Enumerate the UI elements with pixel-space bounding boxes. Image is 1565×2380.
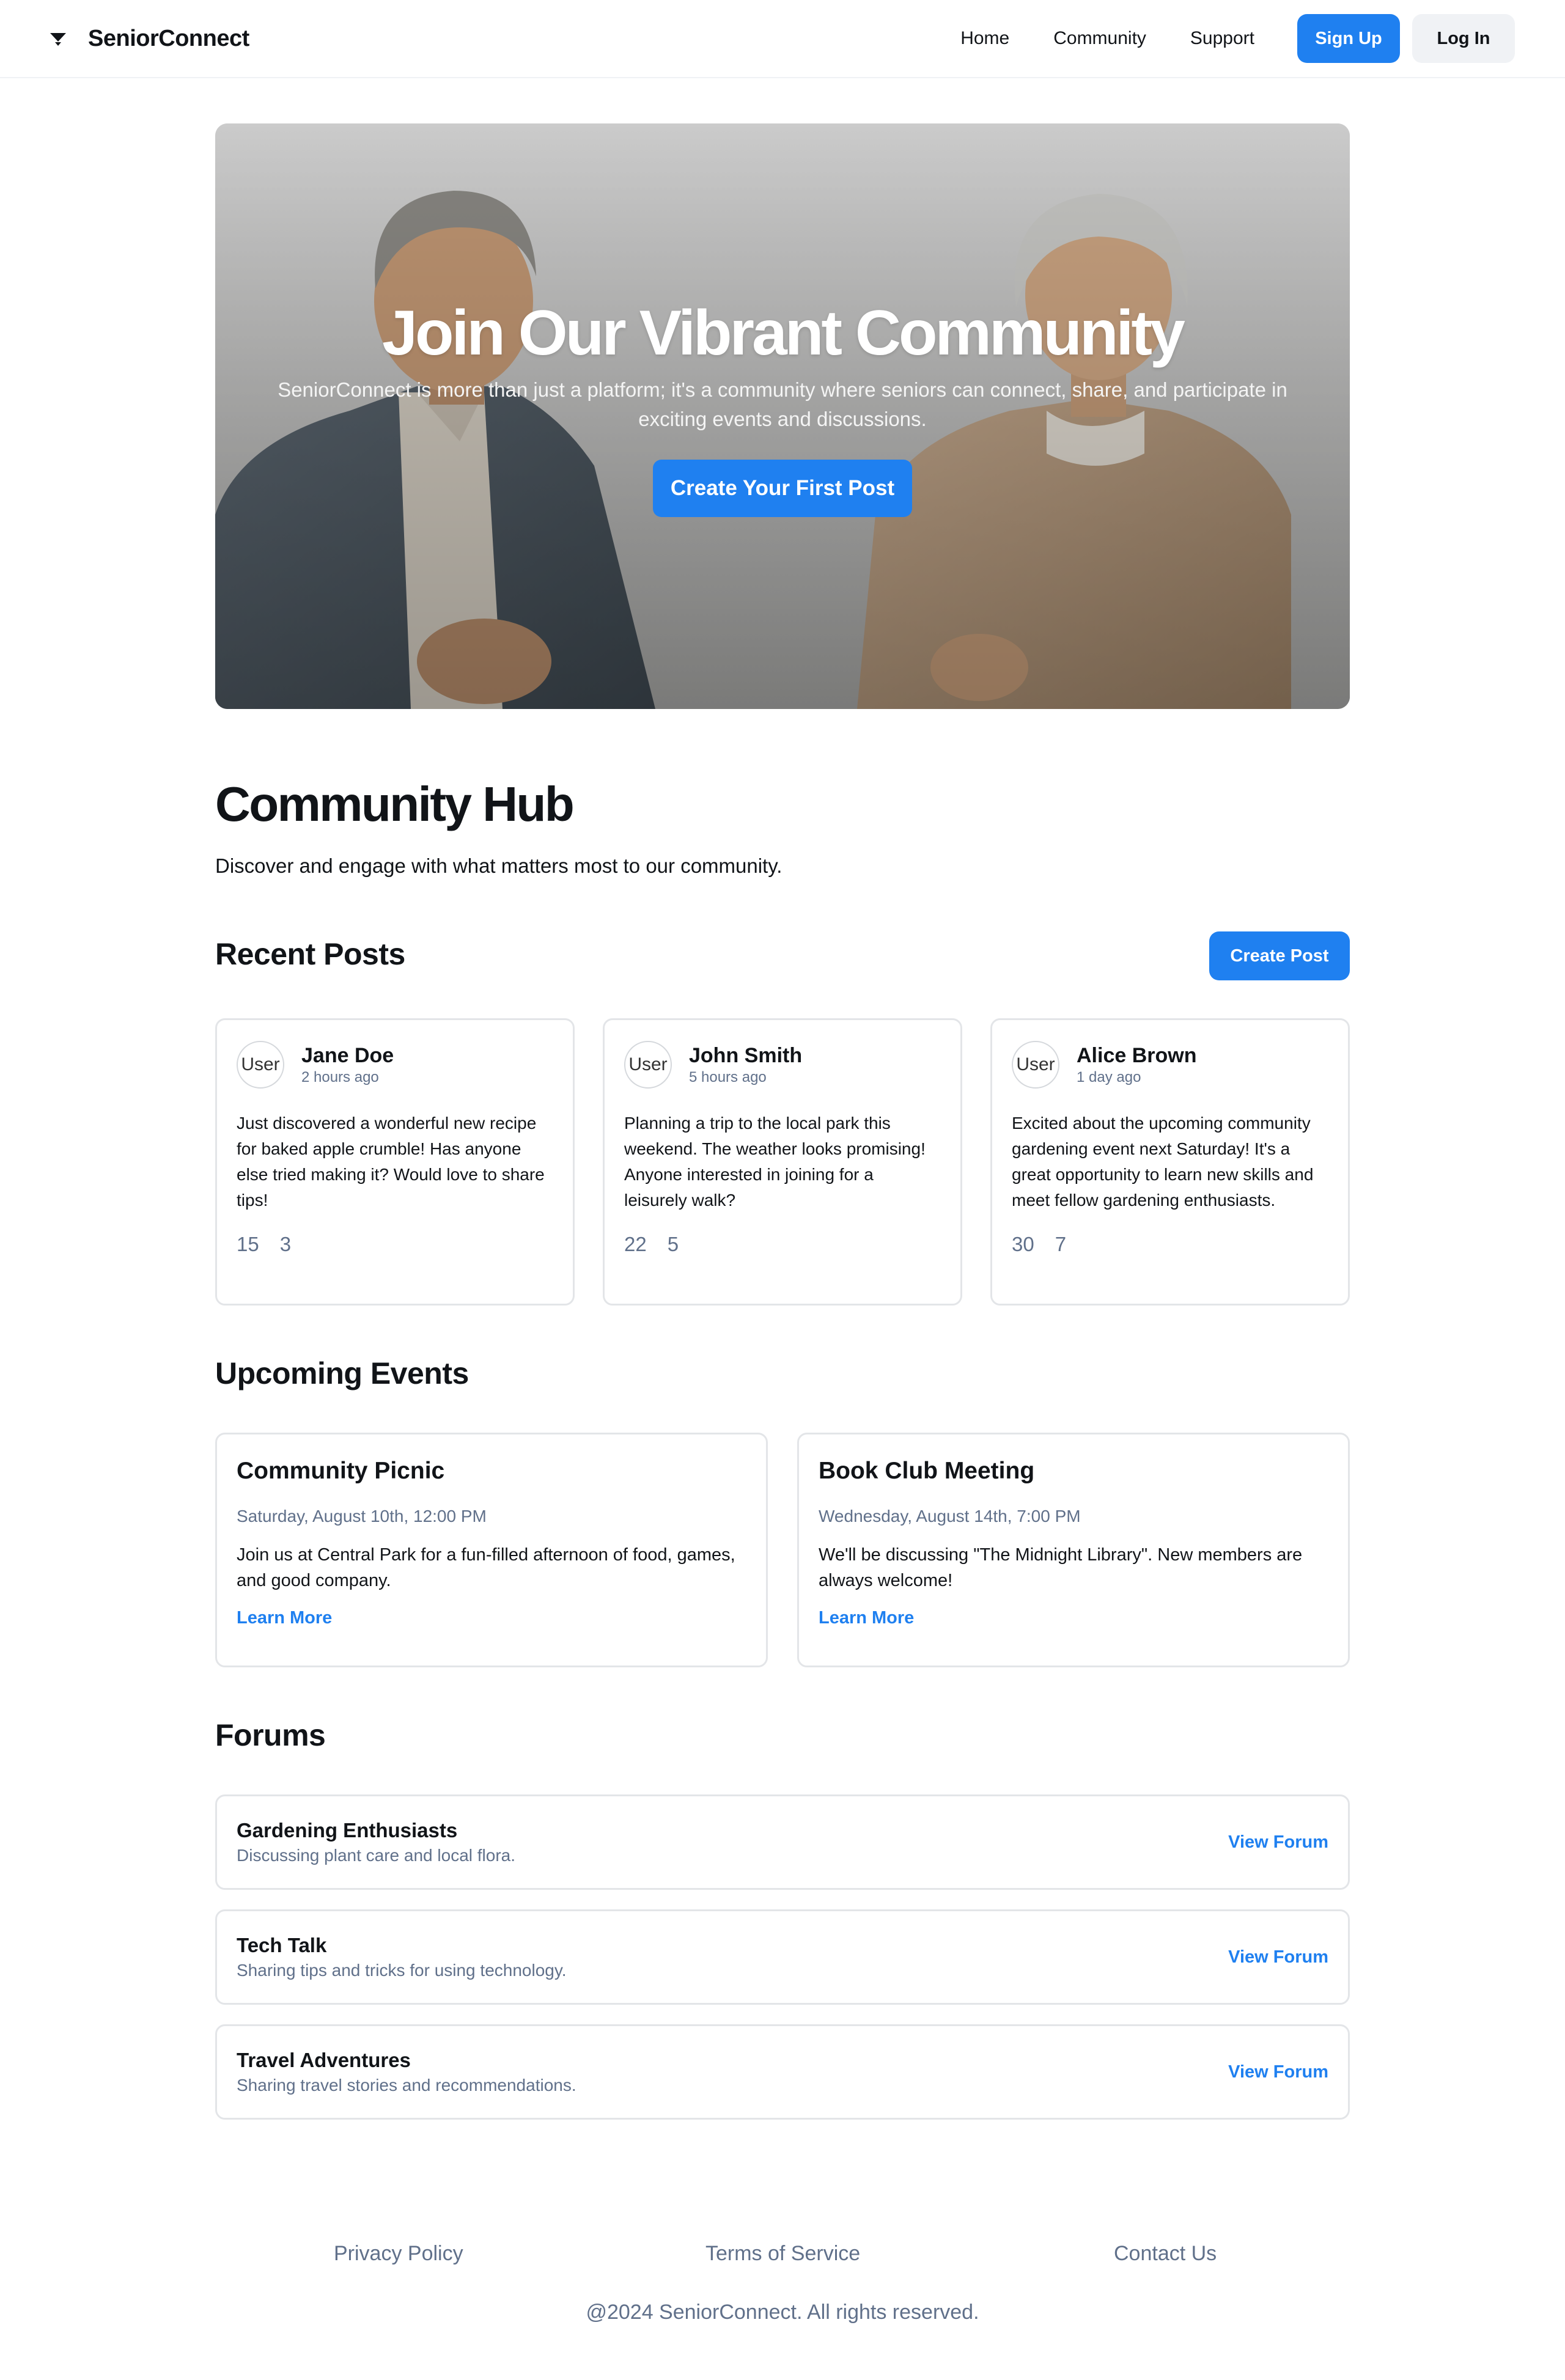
forum-info: Travel Adventures Sharing travel stories… — [237, 2049, 576, 2095]
post-body: Planning a trip to the local park this w… — [624, 1114, 926, 1210]
post-card[interactable]: User John Smith 5 hours ago Planning a t… — [603, 1018, 962, 1306]
avatar[interactable]: User — [1012, 1041, 1059, 1089]
comments-count[interactable]: 5 — [668, 1233, 679, 1256]
likes-count[interactable]: 15 — [237, 1233, 259, 1256]
event-date: Saturday, August 10th, 12:00 PM — [237, 1507, 487, 1526]
nav-support[interactable]: Support — [1190, 28, 1254, 49]
auth-buttons: Sign Up Log In — [1297, 14, 1515, 63]
post-time: 2 hours ago — [301, 1069, 379, 1085]
post-header: User John Smith 5 hours ago — [624, 1041, 941, 1089]
comments-count[interactable]: 7 — [1055, 1233, 1066, 1256]
forum-info: Tech Talk Sharing tips and tricks for us… — [237, 1934, 567, 1980]
terms-of-service-link[interactable]: Terms of Service — [705, 2242, 860, 2266]
event-title: Book Club Meeting — [819, 1458, 1035, 1484]
hub-subtitle: Discover and engage with what matters mo… — [215, 854, 782, 877]
learn-more-link[interactable]: Learn More — [237, 1608, 332, 1628]
upcoming-events-title: Upcoming Events — [215, 1356, 469, 1390]
post-author[interactable]: Jane Doe — [301, 1043, 394, 1068]
create-post-button[interactable]: Create Post — [1209, 931, 1350, 980]
post-header: User Alice Brown 1 day ago — [1012, 1041, 1328, 1089]
hero-title: Join Our Vibrant Community — [382, 298, 1185, 369]
avatar[interactable]: User — [237, 1041, 284, 1089]
nav-community[interactable]: Community — [1053, 28, 1146, 49]
post-time: 5 hours ago — [689, 1069, 767, 1085]
post-stats: 22 5 — [624, 1233, 941, 1256]
forum-card: Gardening Enthusiasts Discussing plant c… — [215, 1794, 1350, 1890]
log-in-button[interactable]: Log In — [1412, 14, 1515, 63]
event-description: Join us at Central Park for a fun-filled… — [237, 1545, 735, 1590]
post-card[interactable]: User Alice Brown 1 day ago Excited about… — [990, 1018, 1350, 1306]
forum-info: Gardening Enthusiasts Discussing plant c… — [237, 1819, 515, 1865]
forum-name: Travel Adventures — [237, 2049, 411, 2071]
hero-subtitle: SeniorConnect is more than just a platfo… — [278, 378, 1287, 431]
post-meta: John Smith 5 hours ago — [689, 1043, 802, 1086]
view-forum-link[interactable]: View Forum — [1228, 2062, 1328, 2082]
event-card: Book Club Meeting Wednesday, August 14th… — [797, 1433, 1350, 1667]
post-author[interactable]: John Smith — [689, 1043, 802, 1068]
forum-name: Tech Talk — [237, 1934, 327, 1956]
privacy-policy-link[interactable]: Privacy Policy — [334, 2242, 463, 2266]
post-body: Excited about the upcoming community gar… — [1012, 1114, 1314, 1210]
copyright: @2024 SeniorConnect. All rights reserved… — [586, 2301, 979, 2324]
view-forum-link[interactable]: View Forum — [1228, 1947, 1328, 1967]
main-nav: Home Community Support Sign Up Log In — [960, 14, 1515, 63]
site-header: SeniorConnect Home Community Support Sig… — [0, 0, 1565, 78]
forum-card: Tech Talk Sharing tips and tricks for us… — [215, 1909, 1350, 2005]
create-first-post-button[interactable]: Create Your First Post — [653, 460, 912, 518]
post-meta: Alice Brown 1 day ago — [1077, 1043, 1196, 1086]
likes-count[interactable]: 22 — [624, 1233, 647, 1256]
forum-description: Sharing travel stories and recommendatio… — [237, 2076, 576, 2095]
avatar[interactable]: User — [624, 1041, 672, 1089]
post-body: Just discovered a wonderful new recipe f… — [237, 1114, 545, 1210]
view-forum-link[interactable]: View Forum — [1228, 1832, 1328, 1853]
brand-name: SeniorConnect — [88, 25, 249, 51]
sign-up-button[interactable]: Sign Up — [1297, 14, 1400, 63]
likes-count[interactable]: 30 — [1012, 1233, 1034, 1256]
forum-description: Sharing tips and tricks for using techno… — [237, 1961, 567, 1980]
post-header: User Jane Doe 2 hours ago — [237, 1041, 553, 1089]
hub-title: Community Hub — [215, 777, 575, 831]
post-card[interactable]: User Jane Doe 2 hours ago Just discovere… — [215, 1018, 575, 1306]
post-meta: Jane Doe 2 hours ago — [301, 1043, 394, 1086]
event-title: Community Picnic — [237, 1458, 445, 1484]
forum-card: Travel Adventures Sharing travel stories… — [215, 2024, 1350, 2120]
forum-description: Discussing plant care and local flora. — [237, 1846, 516, 1865]
contact-us-link[interactable]: Contact Us — [1114, 2242, 1217, 2266]
post-author[interactable]: Alice Brown — [1077, 1043, 1196, 1068]
post-time: 1 day ago — [1077, 1069, 1141, 1085]
event-card: Community Picnic Saturday, August 10th, … — [215, 1433, 768, 1667]
brand[interactable]: SeniorConnect — [49, 26, 249, 52]
learn-more-link[interactable]: Learn More — [819, 1608, 914, 1628]
event-description: We'll be discussing "The Midnight Librar… — [819, 1545, 1303, 1590]
comments-count[interactable]: 3 — [280, 1233, 291, 1256]
hero-banner: Join Our Vibrant Community SeniorConnect… — [215, 123, 1350, 709]
post-stats: 15 3 — [237, 1233, 553, 1256]
event-date: Wednesday, August 14th, 7:00 PM — [819, 1507, 1081, 1526]
nav-home[interactable]: Home — [960, 28, 1009, 49]
post-stats: 30 7 — [1012, 1233, 1328, 1256]
logo-icon — [49, 29, 67, 48]
forums-title: Forums — [215, 1718, 326, 1752]
hero-content: Join Our Vibrant Community SeniorConnect… — [215, 298, 1350, 518]
recent-posts-title: Recent Posts — [215, 937, 405, 971]
forum-name: Gardening Enthusiasts — [237, 1819, 458, 1842]
